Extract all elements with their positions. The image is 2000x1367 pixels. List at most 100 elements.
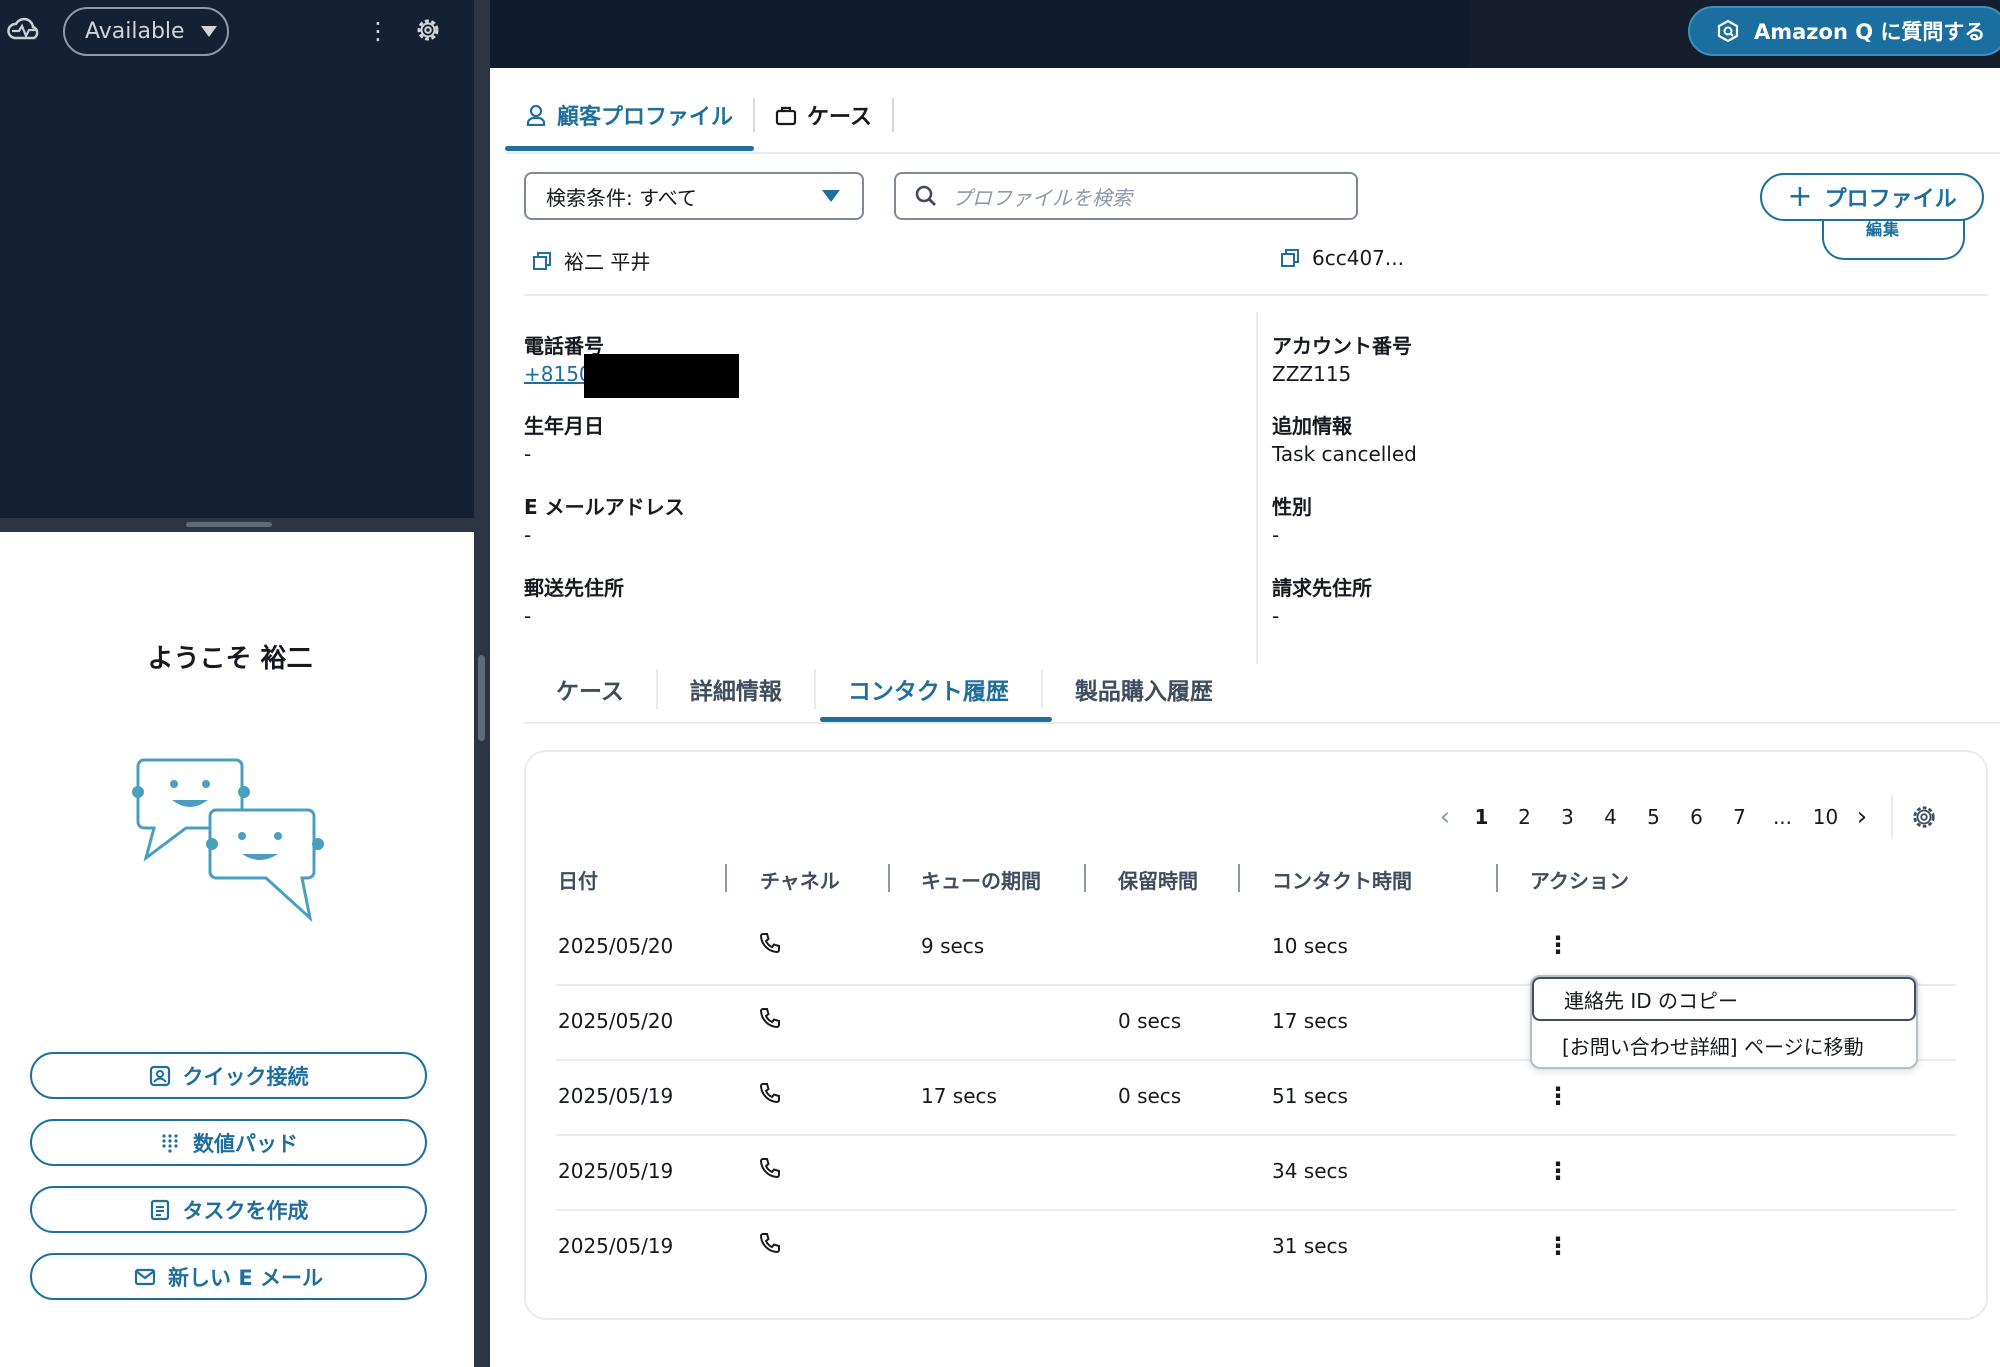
- search-icon: [915, 185, 936, 206]
- tab-sub-cases[interactable]: ケース: [524, 664, 656, 714]
- row-divider: [556, 1134, 1956, 1136]
- redaction-block: [584, 354, 739, 398]
- account-number-label: アカウント番号: [1272, 334, 1412, 358]
- row-1-contact: 10 secs: [1272, 934, 1348, 958]
- number-pad-label: 数値パッド: [193, 1131, 298, 1156]
- previous-page-icon[interactable]: ‹: [1430, 802, 1460, 832]
- profile-id-row: 6cc407...: [1280, 246, 1404, 270]
- user-icon: [526, 104, 546, 126]
- phone-link[interactable]: +8150: [524, 362, 592, 386]
- profile-search-input[interactable]: プロファイルを検索: [894, 172, 1358, 220]
- page-2[interactable]: 2: [1503, 805, 1546, 829]
- row-1-date: 2025/05/20: [558, 934, 674, 958]
- search-placeholder: プロファイルを検索: [952, 185, 1132, 210]
- page-10[interactable]: 10: [1804, 805, 1847, 829]
- agent-status-dropdown[interactable]: Available: [63, 7, 229, 56]
- row-5-actions-icon[interactable]: ⋮: [1546, 1234, 1570, 1258]
- page-3[interactable]: 3: [1546, 805, 1589, 829]
- phone-icon: [759, 933, 780, 954]
- billing-address-value: -: [1272, 604, 1280, 628]
- page-5[interactable]: 5: [1632, 805, 1675, 829]
- caret-down-icon: [200, 26, 217, 37]
- gender-label: 性別: [1272, 495, 1312, 519]
- account-number-value: ZZZ115: [1272, 362, 1352, 386]
- tab-customer-profile[interactable]: 顧客プロファイル: [505, 90, 753, 140]
- copy-contact-id-menu-item[interactable]: 連絡先 ID のコピー: [1532, 977, 1916, 1021]
- row-divider: [556, 1209, 1956, 1211]
- quick-connect-button[interactable]: クイック接続: [30, 1052, 427, 1099]
- row-3-date: 2025/05/19: [558, 1084, 674, 1108]
- create-task-label: タスクを作成: [182, 1198, 309, 1223]
- divider: [524, 722, 2000, 724]
- table-settings-gear-icon[interactable]: [1911, 804, 1937, 830]
- page-6[interactable]: 6: [1675, 805, 1718, 829]
- new-email-button[interactable]: 新しい E メール: [30, 1253, 427, 1300]
- add-profile-button[interactable]: + プロファイル: [1760, 173, 1984, 221]
- row-4-actions-icon[interactable]: ⋮: [1546, 1159, 1570, 1183]
- page-1[interactable]: 1: [1460, 805, 1503, 829]
- amazon-q-label: Amazon Q に質問する: [1754, 20, 1986, 44]
- briefcase-icon: [775, 106, 797, 126]
- row-1-actions-icon[interactable]: ⋮: [1546, 933, 1570, 957]
- ccp-header-panel: [0, 0, 474, 518]
- column-header-queue-duration[interactable]: キューの期間: [921, 865, 1041, 894]
- row-3-actions-icon[interactable]: ⋮: [1546, 1084, 1570, 1108]
- edit-label: 編集: [1866, 220, 1901, 239]
- edit-profile-button[interactable]: 編集: [1822, 220, 1965, 260]
- row-2-hold: 0 secs: [1118, 1009, 1182, 1033]
- additional-info-value: Task cancelled: [1272, 442, 1417, 466]
- caret-down-icon: [822, 190, 840, 202]
- row-2-date: 2025/05/20: [558, 1009, 674, 1033]
- ccp-more-icon[interactable]: ⋮: [366, 18, 390, 44]
- column-header-channel[interactable]: チャネル: [760, 865, 840, 894]
- copy-icon[interactable]: [1280, 248, 1300, 268]
- page-7[interactable]: 7: [1718, 805, 1761, 829]
- ccp-resize-handle[interactable]: [0, 518, 474, 532]
- tab-purchase-history[interactable]: 製品購入履歴: [1043, 664, 1245, 714]
- tab-cases[interactable]: ケース: [755, 90, 892, 140]
- phone-icon: [759, 1158, 780, 1179]
- row-5-contact: 31 secs: [1272, 1234, 1348, 1258]
- dialpad-icon: [162, 1133, 178, 1153]
- next-page-icon[interactable]: ›: [1847, 802, 1877, 832]
- row-2-contact: 17 secs: [1272, 1009, 1348, 1033]
- row-1-queue: 9 secs: [921, 934, 985, 958]
- pagination: ‹ 1 2 3 4 5 6 7 ... 10 ›: [1430, 795, 1937, 839]
- settings-gear-icon[interactable]: [414, 16, 442, 44]
- row-5-date: 2025/05/19: [558, 1234, 674, 1258]
- column-header-contact-time[interactable]: コンタクト時間: [1272, 865, 1412, 894]
- column-header-hold-time[interactable]: 保留時間: [1118, 865, 1198, 894]
- column-resizer[interactable]: [888, 864, 890, 892]
- row-3-hold: 0 secs: [1118, 1084, 1182, 1108]
- panel-resize-handle[interactable]: [474, 0, 490, 1367]
- column-resizer[interactable]: [1496, 864, 1498, 892]
- profile-name-row: 裕二 平井: [532, 246, 650, 275]
- task-document-icon: [150, 1199, 169, 1220]
- column-resizer[interactable]: [1238, 864, 1240, 892]
- phone-icon: [759, 1233, 780, 1254]
- goto-contact-details-menu-item[interactable]: [お問い合わせ詳細] ページに移動: [1532, 1023, 1916, 1067]
- tab-details[interactable]: 詳細情報: [658, 664, 814, 714]
- gender-value: -: [1272, 523, 1280, 547]
- amazon-q-button[interactable]: Amazon Q に質問する: [1688, 6, 2000, 56]
- copy-icon[interactable]: [532, 251, 552, 271]
- number-pad-button[interactable]: 数値パッド: [30, 1119, 427, 1166]
- active-tab-indicator: [505, 146, 754, 151]
- profile-name: 裕二 平井: [564, 250, 651, 274]
- row-3-contact: 51 secs: [1272, 1084, 1348, 1108]
- tab-contact-history[interactable]: コンタクト履歴: [816, 664, 1041, 714]
- column-resizer[interactable]: [725, 864, 727, 892]
- row-4-date: 2025/05/19: [558, 1159, 674, 1183]
- column-resizer[interactable]: [1084, 864, 1086, 892]
- email-label: E メールアドレス: [524, 495, 685, 519]
- profile-sub-tabs: ケース 詳細情報 コンタクト履歴 製品購入履歴: [524, 664, 1245, 724]
- new-email-label: 新しい E メール: [168, 1265, 323, 1290]
- amazon-q-icon: [1717, 19, 1739, 43]
- column-header-date[interactable]: 日付: [558, 865, 598, 894]
- page-4[interactable]: 4: [1589, 805, 1632, 829]
- quick-connect-label: クイック接続: [182, 1064, 309, 1089]
- search-filter-select[interactable]: 検索条件: すべて: [524, 172, 864, 220]
- profile-id: 6cc407...: [1312, 246, 1404, 270]
- add-profile-label: プロファイル: [1824, 187, 1957, 212]
- create-task-button[interactable]: タスクを作成: [30, 1186, 427, 1233]
